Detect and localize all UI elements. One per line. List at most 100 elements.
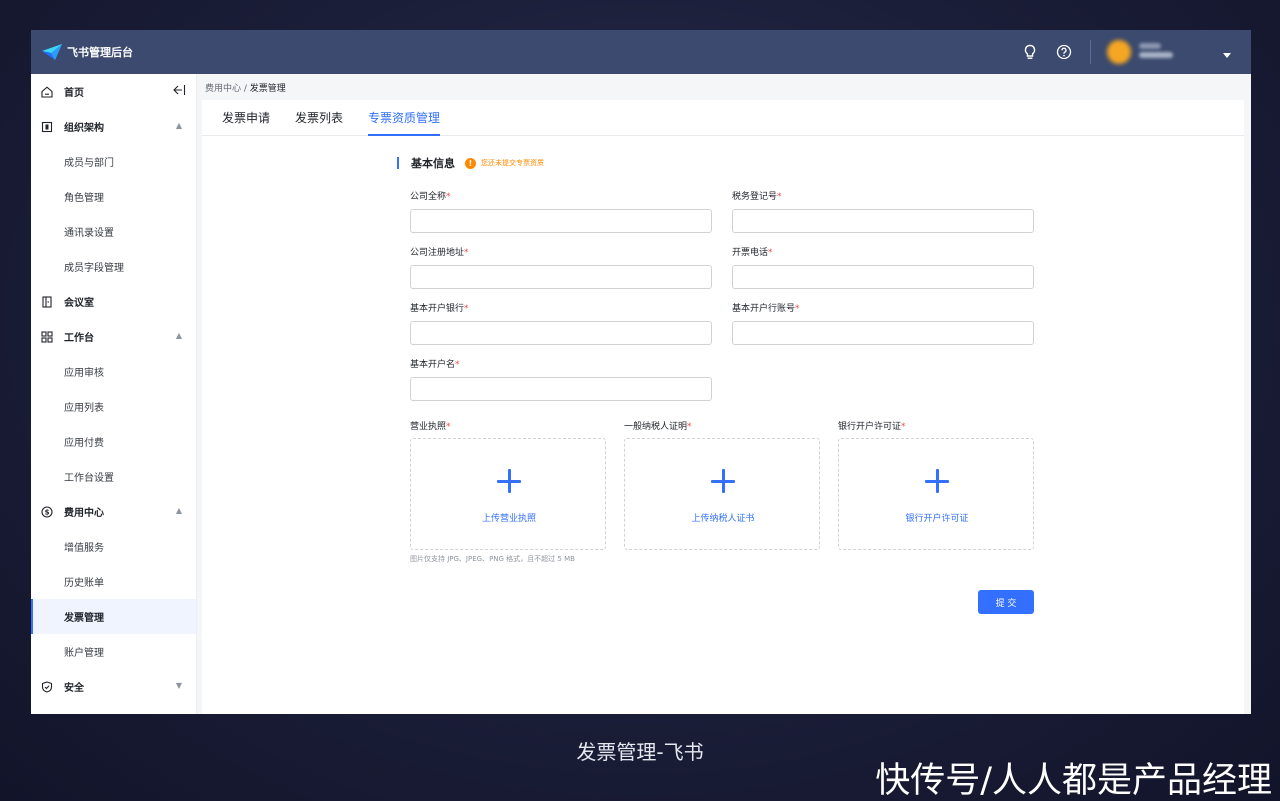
chevron-up-icon[interactable]: ▲ — [176, 121, 182, 130]
upload-bank-permit[interactable]: 银行开户许可证 — [838, 438, 1034, 550]
user-name-blurred[interactable] — [1139, 43, 1179, 61]
org-icon — [40, 120, 54, 134]
plus-icon — [925, 469, 949, 493]
upload-business-license[interactable]: 上传营业执照 — [410, 438, 606, 550]
submit-button[interactable]: 提 交 — [978, 590, 1034, 614]
upload-label: 上传营业执照 — [481, 514, 536, 524]
breadcrumb: 费用中心 / 发票管理 — [205, 81, 286, 94]
sidebar-item-roles[interactable]: 角色管理 — [31, 179, 196, 214]
sidebar-item-workplace-settings[interactable]: 工作台设置 — [31, 459, 196, 494]
required-mark: * — [464, 304, 469, 314]
chevron-up-icon[interactable]: ▲ — [176, 506, 182, 515]
breadcrumb-separator: / — [241, 84, 250, 94]
plus-icon — [497, 469, 521, 493]
bank-permit-label: 银行开户许可证* — [838, 419, 906, 432]
svg-text:$: $ — [45, 508, 50, 516]
taxpayer-cert-label: 一般纳税人证明* — [624, 419, 692, 432]
reg-address-label: 公司注册地址* — [410, 245, 469, 258]
company-name-label: 公司全称* — [410, 189, 451, 202]
home-icon — [40, 85, 54, 99]
sidebar-item-contacts-settings[interactable]: 通讯录设置 — [31, 214, 196, 249]
sidebar-item-label: 发票管理 — [64, 613, 104, 624]
sidebar-item-label: 工作台 — [64, 333, 94, 344]
chevron-up-icon[interactable]: ▲ — [176, 331, 182, 340]
tax-id-label: 税务登记号* — [732, 189, 782, 202]
sidebar-item-label: 历史账单 — [64, 578, 104, 589]
upload-taxpayer-cert[interactable]: 上传纳税人证书 — [624, 438, 820, 550]
avatar[interactable] — [1107, 40, 1131, 64]
sidebar-item-member-fields[interactable]: 成员字段管理 — [31, 249, 196, 284]
business-license-label: 营业执照* — [410, 419, 451, 432]
warning-icon: ! — [465, 157, 476, 169]
main-area: 费用中心 / 发票管理 发票申请 发票列表 专票资质管理 基本信息 ! 您还未提… — [197, 74, 1251, 714]
reg-address-input[interactable] — [410, 265, 712, 289]
sidebar-item-members[interactable]: 成员与部门 — [31, 144, 196, 179]
topbar-divider — [1090, 40, 1091, 64]
sidebar-item-history-bills[interactable]: 历史账单 — [31, 564, 196, 599]
plus-icon — [711, 469, 735, 493]
company-name-input[interactable] — [410, 209, 712, 233]
required-mark: * — [768, 248, 773, 258]
sidebar-item-label: 安全 — [64, 683, 84, 694]
required-mark: * — [446, 192, 451, 202]
dollar-icon: $ — [40, 505, 54, 519]
shield-icon — [40, 680, 54, 694]
bank-account-label: 基本开户行账号* — [732, 301, 800, 314]
sidebar-item-label: 费用中心 — [64, 508, 104, 519]
user-menu-caret-icon[interactable] — [1223, 43, 1231, 62]
admin-window: 飞书管理后台 首页 组织架构 ▲ 成员与部门 角色管理 通讯录设置 成员字段管理… — [31, 30, 1251, 714]
sidebar-item-workplace[interactable]: 工作台 ▲ — [31, 319, 196, 354]
sidebar-item-label: 应用付费 — [64, 438, 104, 449]
tab-invoice-apply[interactable]: 发票申请 — [222, 109, 270, 136]
sidebar-item-label: 成员字段管理 — [64, 263, 124, 274]
collapse-sidebar-icon[interactable] — [172, 84, 186, 99]
bank-account-input[interactable] — [732, 321, 1034, 345]
logo[interactable]: 飞书管理后台 — [41, 43, 133, 61]
sidebar-item-label: 增值服务 — [64, 543, 104, 554]
sidebar-item-app-list[interactable]: 应用列表 — [31, 389, 196, 424]
sidebar-item-value-added[interactable]: 增值服务 — [31, 529, 196, 564]
warning-text: 您还未提交专票资质 — [481, 159, 544, 167]
required-mark: * — [795, 304, 800, 314]
sidebar-item-label: 首页 — [64, 88, 84, 99]
sidebar-item-security[interactable]: 安全 ▼ — [31, 669, 196, 704]
sidebar-item-org[interactable]: 组织架构 ▲ — [31, 109, 196, 144]
bank-input[interactable] — [410, 321, 712, 345]
app-title: 飞书管理后台 — [67, 46, 133, 59]
content-panel: 发票申请 发票列表 专票资质管理 基本信息 ! 您还未提交专票资质 公司全称* … — [202, 100, 1244, 714]
field-label-text: 公司注册地址 — [410, 248, 465, 258]
tab-special-invoice-qualification[interactable]: 专票资质管理 — [368, 109, 441, 136]
field-label-text: 基本开户银行 — [410, 304, 465, 314]
help-icon[interactable] — [1056, 44, 1072, 60]
warning-notice: ! 您还未提交专票资质 — [465, 157, 544, 169]
sidebar: 首页 组织架构 ▲ 成员与部门 角色管理 通讯录设置 成员字段管理 会议室 工作… — [31, 74, 197, 714]
upload-hint: 图片仅支持 JPG、JPEG、PNG 格式，且不超过 5 MB — [410, 555, 575, 563]
upload-label: 银行开户许可证 — [905, 514, 969, 524]
breadcrumb-current: 发票管理 — [249, 84, 286, 94]
tab-bar: 发票申请 发票列表 专票资质管理 — [202, 100, 1244, 136]
lightbulb-icon[interactable] — [1022, 44, 1038, 60]
grid-icon — [40, 330, 54, 344]
field-label-text: 税务登记号 — [732, 192, 778, 202]
sidebar-item-meeting-rooms[interactable]: 会议室 — [31, 284, 196, 319]
feishu-logo-icon — [42, 44, 62, 60]
field-label-text: 基本开户行账号 — [732, 304, 796, 314]
watermark: 快传号/人人都是产品经理 — [875, 761, 1272, 801]
section-accent-bar — [397, 157, 399, 169]
section-title: 基本信息 — [411, 157, 455, 170]
tax-id-input[interactable] — [732, 209, 1034, 233]
breadcrumb-parent[interactable]: 费用中心 — [205, 84, 241, 94]
sidebar-item-account-management[interactable]: 账户管理 — [31, 634, 196, 669]
invoice-phone-input[interactable] — [732, 265, 1034, 289]
sidebar-item-home[interactable]: 首页 — [31, 74, 196, 109]
sidebar-item-billing[interactable]: $ 费用中心 ▲ — [31, 494, 196, 529]
required-mark: * — [687, 422, 692, 432]
sidebar-item-app-payment[interactable]: 应用付费 — [31, 424, 196, 459]
chevron-down-icon[interactable]: ▼ — [176, 681, 182, 690]
tab-invoice-list[interactable]: 发票列表 — [295, 109, 343, 136]
sidebar-item-app-review[interactable]: 应用审核 — [31, 354, 196, 389]
sidebar-item-label: 应用审核 — [64, 368, 104, 379]
account-name-input[interactable] — [410, 377, 712, 401]
section-header: 基本信息 ! 您还未提交专票资质 — [397, 155, 544, 171]
sidebar-item-invoice-management[interactable]: 发票管理 — [31, 599, 196, 634]
